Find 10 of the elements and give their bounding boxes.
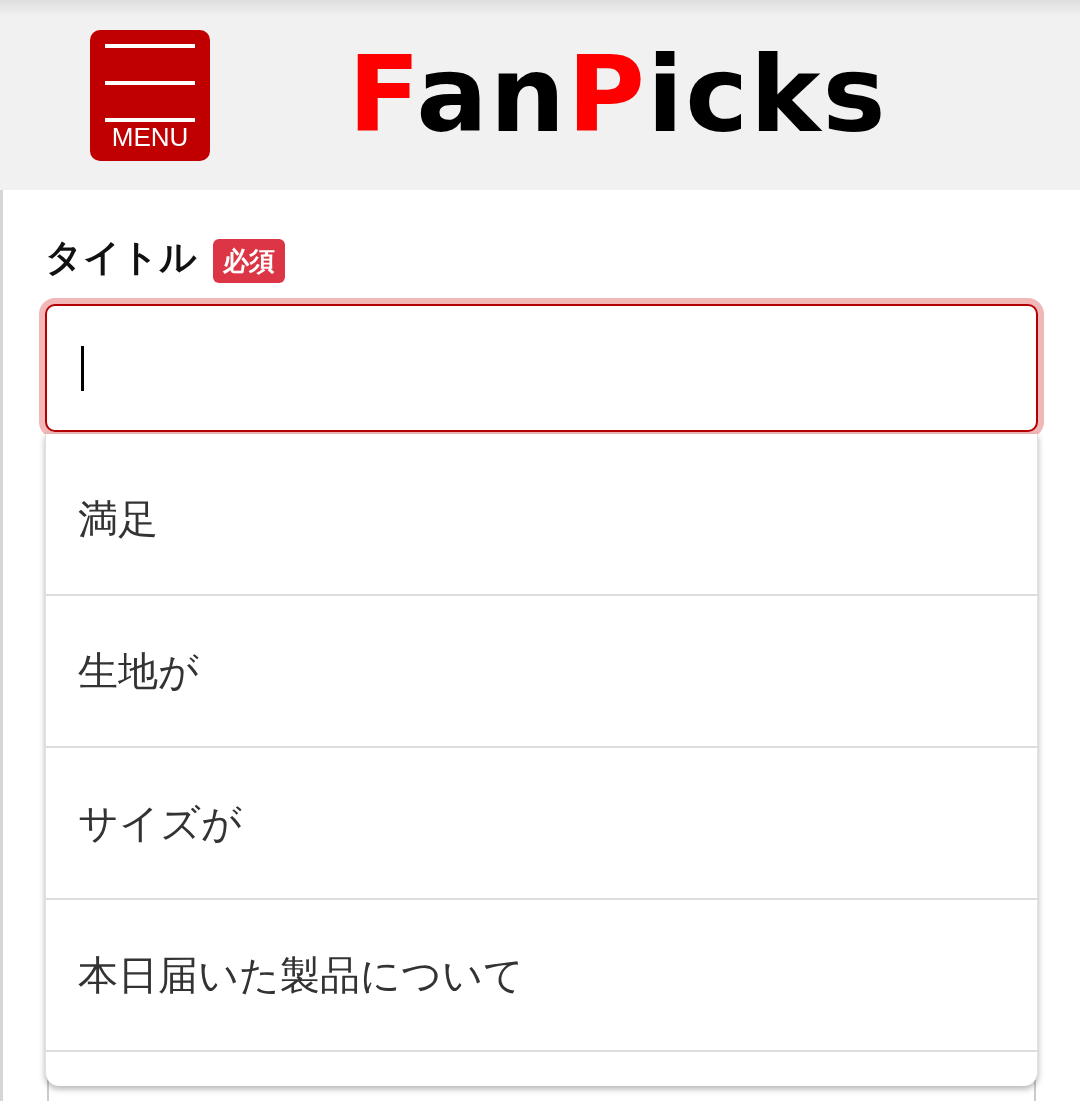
menu-icon [105,43,195,122]
suggestion-item[interactable]: 満足 [46,444,1037,596]
menu-button[interactable]: MENU [90,29,210,161]
suggestion-item[interactable]: サイズが [46,748,1037,900]
required-badge: 必須 [213,239,285,283]
suggestion-item[interactable]: 生地が [46,596,1037,748]
text-cursor-icon [81,345,84,391]
field-label: タイトル [45,236,197,280]
logo-text: FanPicks [348,40,888,150]
suggestion-item[interactable]: 本日届いた製品について [46,900,1037,1052]
